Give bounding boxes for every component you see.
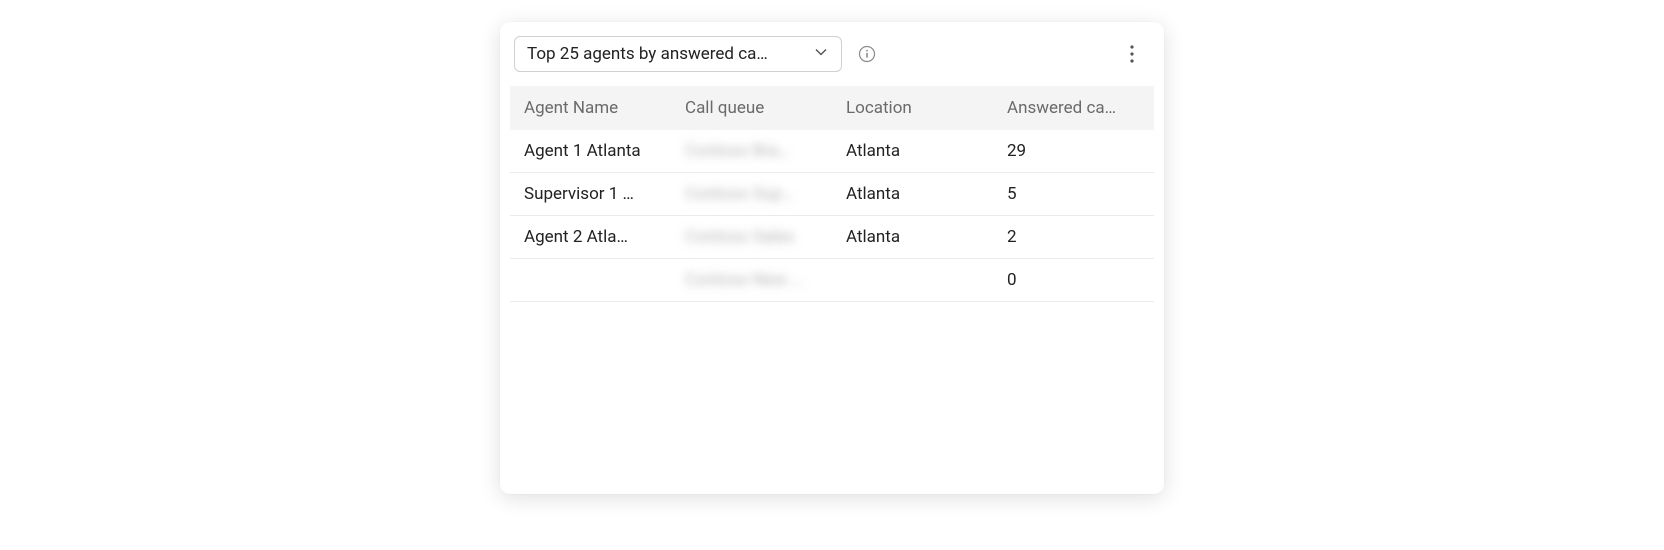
metric-dropdown[interactable]: Top 25 agents by answered ca… (514, 36, 842, 72)
agents-table: Agent Name Call queue Location Answered … (510, 86, 1154, 302)
table-row: Supervisor 1 … Contoso Sup… Atlanta 5 (510, 173, 1154, 216)
info-icon[interactable] (858, 45, 876, 63)
dropdown-label: Top 25 agents by answered ca… (527, 44, 768, 64)
cell-agent-name (510, 259, 671, 302)
col-call-queue[interactable]: Call queue (671, 86, 832, 130)
agents-card: Top 25 agents by answered ca… (500, 22, 1164, 494)
cell-call-queue: Contoso Bra… (671, 130, 832, 173)
cell-answered-calls: 5 (993, 173, 1154, 216)
table-row: Agent 2 Atla… Contoso Sales Atlanta 2 (510, 216, 1154, 259)
table-row: Agent 1 Atlanta Contoso Bra… Atlanta 29 (510, 130, 1154, 173)
table-header-row: Agent Name Call queue Location Answered … (510, 86, 1154, 130)
cell-agent-name: Agent 2 Atla… (510, 216, 671, 259)
cell-call-queue: Contoso Sup… (671, 173, 832, 216)
cell-answered-calls: 0 (993, 259, 1154, 302)
card-toolbar: Top 25 agents by answered ca… (510, 36, 1154, 86)
cell-answered-calls: 2 (993, 216, 1154, 259)
cell-location: Atlanta (832, 130, 993, 173)
overflow-menu-icon[interactable] (1120, 42, 1144, 66)
col-location[interactable]: Location (832, 86, 993, 130)
table-row: Contoso New … 0 (510, 259, 1154, 302)
cell-answered-calls: 29 (993, 130, 1154, 173)
cell-call-queue: Contoso New … (671, 259, 832, 302)
cell-call-queue: Contoso Sales (671, 216, 832, 259)
col-answered-calls[interactable]: Answered ca… (993, 86, 1154, 130)
cell-location: Atlanta (832, 173, 993, 216)
cell-location: Atlanta (832, 216, 993, 259)
col-agent-name[interactable]: Agent Name (510, 86, 671, 130)
cell-agent-name: Supervisor 1 … (510, 173, 671, 216)
cell-location (832, 259, 993, 302)
cell-agent-name: Agent 1 Atlanta (510, 130, 671, 173)
chevron-down-icon (813, 44, 829, 64)
